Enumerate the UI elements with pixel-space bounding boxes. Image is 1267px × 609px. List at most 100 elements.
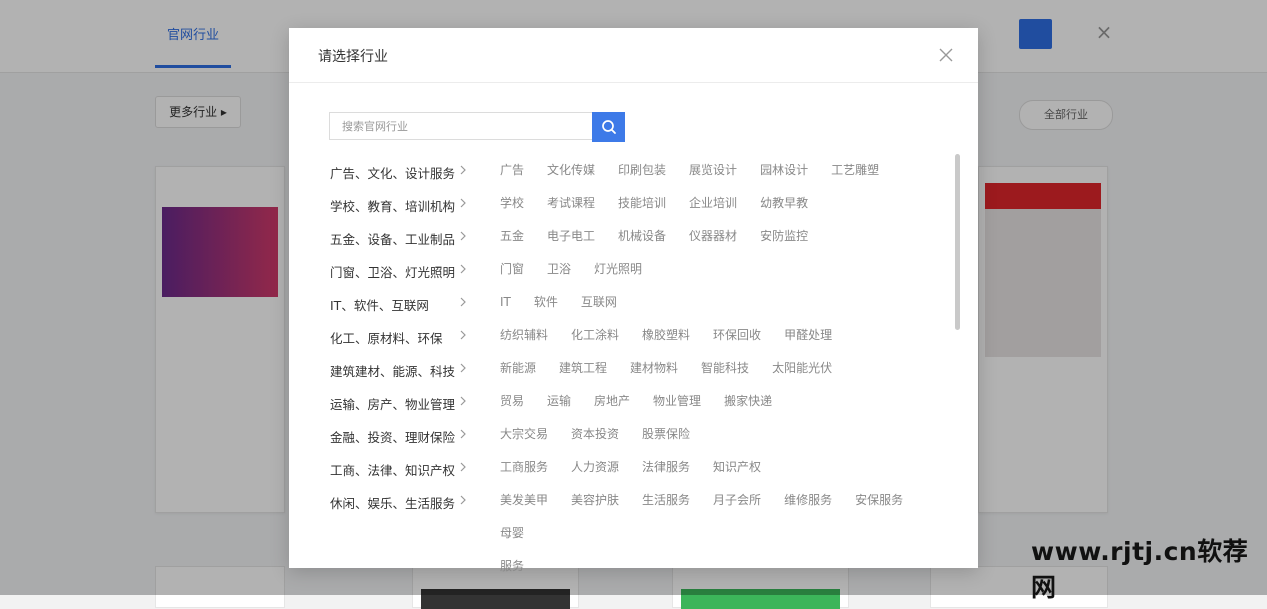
subcategory-item[interactable]: 法律服务 bbox=[642, 451, 690, 484]
subcategory-item[interactable]: 运输 bbox=[547, 385, 571, 418]
category-name[interactable]: 休闲、娱乐、生活服务 bbox=[330, 493, 455, 512]
subcategory-item[interactable]: 建材物料 bbox=[630, 352, 678, 385]
category-row: 门窗、卫浴、灯光照明 门窗 卫浴 灯光照明 bbox=[330, 254, 970, 287]
subcategory-list: 大宗交易 资本投资 股票保险 bbox=[500, 418, 970, 451]
category-row: 金融、投资、理财保险 大宗交易 资本投资 股票保险 bbox=[330, 419, 970, 452]
subcategory-item[interactable]: 园林设计 bbox=[760, 154, 808, 187]
watermark-text: www.rjtj.cn软荐网 bbox=[1031, 537, 1249, 602]
subcategory-item[interactable]: 印刷包装 bbox=[618, 154, 666, 187]
chevron-right-icon bbox=[460, 363, 466, 373]
category-row: 学校、教育、培训机构 学校 考试课程 技能培训 企业培训 幼教早教 bbox=[330, 188, 970, 221]
category-name[interactable]: 五金、设备、工业制品 bbox=[330, 229, 455, 248]
subcategory-item[interactable]: 环保回收 bbox=[713, 319, 761, 352]
subcategory-item[interactable]: 股票保险 bbox=[642, 418, 690, 451]
chevron-right-icon bbox=[460, 231, 466, 241]
subcategory-item[interactable]: 房地产 bbox=[594, 385, 630, 418]
subcategory-list: 新能源 建筑工程 建材物料 智能科技 太阳能光伏 bbox=[500, 352, 970, 385]
chevron-right-icon bbox=[460, 462, 466, 472]
subcategory-item[interactable]: 工艺雕塑 bbox=[831, 154, 879, 187]
subcategory-item[interactable]: 维修服务 bbox=[784, 484, 832, 517]
category-name[interactable]: 学校、教育、培训机构 bbox=[330, 196, 455, 215]
subcategory-item[interactable]: 贸易 bbox=[500, 385, 524, 418]
chevron-right-icon bbox=[460, 297, 466, 307]
subcategory-list: 工商服务 人力资源 法律服务 知识产权 bbox=[500, 451, 970, 484]
subcategory-item[interactable]: 考试课程 bbox=[547, 187, 595, 220]
subcategory-item[interactable]: 机械设备 bbox=[618, 220, 666, 253]
subcategory-item[interactable]: 企业培训 bbox=[689, 187, 737, 220]
subcategory-item[interactable]: 服务 bbox=[500, 550, 947, 583]
subcategory-item[interactable]: 甲醛处理 bbox=[784, 319, 832, 352]
subcategory-item[interactable]: 工商服务 bbox=[500, 451, 548, 484]
subcategory-item[interactable]: 互联网 bbox=[581, 286, 617, 319]
category-row: IT、软件、互联网 IT 软件 互联网 bbox=[330, 287, 970, 320]
subcategory-item[interactable]: 展览设计 bbox=[689, 154, 737, 187]
subcategory-item[interactable]: 灯光照明 bbox=[594, 253, 642, 286]
subcategory-list: 广告 文化传媒 印刷包装 展览设计 园林设计 工艺雕塑 bbox=[500, 154, 970, 187]
subcategory-list: 贸易 运输 房地产 物业管理 搬家快递 bbox=[500, 385, 970, 418]
chevron-right-icon bbox=[460, 165, 466, 175]
chevron-right-icon bbox=[460, 495, 466, 505]
subcategory-item[interactable]: 美发美甲 bbox=[500, 484, 548, 517]
subcategory-list: 门窗 卫浴 灯光照明 bbox=[500, 253, 970, 286]
category-row: 休闲、娱乐、生活服务 美发美甲 美容护肤 生活服务 月子会所 维修服务 安保服务母婴 服务 bbox=[330, 485, 970, 573]
subcategory-item[interactable]: 幼教早教 bbox=[760, 187, 808, 220]
subcategory-item[interactable]: 电子电工 bbox=[547, 220, 595, 253]
category-name[interactable]: 运输、房产、物业管理 bbox=[330, 394, 455, 413]
search-button[interactable] bbox=[592, 112, 625, 142]
subcategory-item[interactable]: 纺织辅料 bbox=[500, 319, 548, 352]
subcategory-item[interactable]: 仪器器材 bbox=[689, 220, 737, 253]
chevron-right-icon bbox=[460, 396, 466, 406]
subcategory-item[interactable]: 知识产权 bbox=[713, 451, 761, 484]
subcategory-item[interactable]: 美容护肤 bbox=[571, 484, 619, 517]
subcategory-item[interactable]: 智能科技 bbox=[701, 352, 749, 385]
category-name[interactable]: 门窗、卫浴、灯光照明 bbox=[330, 262, 455, 281]
industry-select-modal: 请选择行业 广告、文化、设计服务 广告文化传媒印刷包装展览设计园林设计工艺雕塑学校… bbox=[289, 28, 978, 573]
modal-title: 请选择行业 bbox=[318, 49, 388, 65]
scrollbar-thumb[interactable] bbox=[955, 154, 960, 330]
subcategory-item[interactable]: 技能培训 bbox=[618, 187, 666, 220]
subcategory-item[interactable]: 生活服务 bbox=[642, 484, 690, 517]
subcategory-item[interactable]: 文化传媒 bbox=[547, 154, 595, 187]
category-row: 五金、设备、工业制品 五金 电子电工 机械设备 仪器器材 安防监控 bbox=[330, 221, 970, 254]
subcategory-list: 美发美甲 美容护肤 生活服务 月子会所 维修服务 安保服务母婴 服务 bbox=[500, 484, 970, 583]
subcategory-list: 学校 考试课程 技能培训 企业培训 幼教早教 bbox=[500, 187, 970, 220]
subcategory-item[interactable]: 大宗交易 bbox=[500, 418, 548, 451]
industry-category-list: 广告、文化、设计服务 广告 文化传媒 印刷包装 展览设计 园林设计 工艺雕塑 学校、教育、培训… bbox=[330, 155, 970, 573]
close-icon[interactable] bbox=[935, 44, 957, 66]
subcategory-item[interactable]: 太阳能光伏 bbox=[772, 352, 832, 385]
chevron-right-icon bbox=[460, 429, 466, 439]
subcategory-item[interactable]: 资本投资 bbox=[571, 418, 619, 451]
chevron-right-icon bbox=[460, 264, 466, 274]
category-row: 广告、文化、设计服务 广告 文化传媒 印刷包装 展览设计 园林设计 工艺雕塑 bbox=[330, 155, 970, 188]
category-name[interactable]: IT、软件、互联网 bbox=[330, 295, 429, 314]
subcategory-item[interactable]: 广告 bbox=[500, 154, 524, 187]
subcategory-item[interactable]: 搬家快递 bbox=[724, 385, 772, 418]
subcategory-item[interactable]: 建筑工程 bbox=[559, 352, 607, 385]
subcategory-item[interactable]: 物业管理 bbox=[653, 385, 701, 418]
category-row: 工商、法律、知识产权 工商服务 人力资源 法律服务 知识产权 bbox=[330, 452, 970, 485]
subcategory-list: IT 软件 互联网 bbox=[500, 286, 970, 319]
modal-header: 请选择行业 bbox=[289, 28, 978, 83]
subcategory-item[interactable]: 学校 bbox=[500, 187, 524, 220]
category-name[interactable]: 金融、投资、理财保险 bbox=[330, 427, 455, 446]
subcategory-item[interactable]: 化工涂料 bbox=[571, 319, 619, 352]
subcategory-item[interactable]: 新能源 bbox=[500, 352, 536, 385]
category-name[interactable]: 广告、文化、设计服务 bbox=[330, 163, 455, 182]
subcategory-item[interactable]: 安保服务 bbox=[855, 484, 903, 517]
category-name[interactable]: 建筑建材、能源、科技 bbox=[330, 361, 455, 380]
industry-search-input[interactable] bbox=[330, 113, 592, 139]
industry-search-field bbox=[329, 112, 592, 140]
subcategory-item[interactable]: 五金 bbox=[500, 220, 524, 253]
subcategory-item[interactable]: 月子会所 bbox=[713, 484, 761, 517]
category-name[interactable]: 工商、法律、知识产权 bbox=[330, 460, 455, 479]
subcategory-item[interactable]: 卫浴 bbox=[547, 253, 571, 286]
category-row: 化工、原材料、环保 纺织辅料 化工涂料 橡胶塑料 环保回收 甲醛处理 bbox=[330, 320, 970, 353]
subcategory-item[interactable]: IT bbox=[500, 286, 511, 319]
subcategory-item[interactable]: 人力资源 bbox=[571, 451, 619, 484]
category-name[interactable]: 化工、原材料、环保 bbox=[330, 328, 443, 347]
subcategory-item[interactable]: 橡胶塑料 bbox=[642, 319, 690, 352]
subcategory-item[interactable]: 软件 bbox=[534, 286, 558, 319]
subcategory-item[interactable]: 母婴 bbox=[500, 517, 524, 550]
subcategory-item[interactable]: 门窗 bbox=[500, 253, 524, 286]
subcategory-item[interactable]: 安防监控 bbox=[760, 220, 808, 253]
